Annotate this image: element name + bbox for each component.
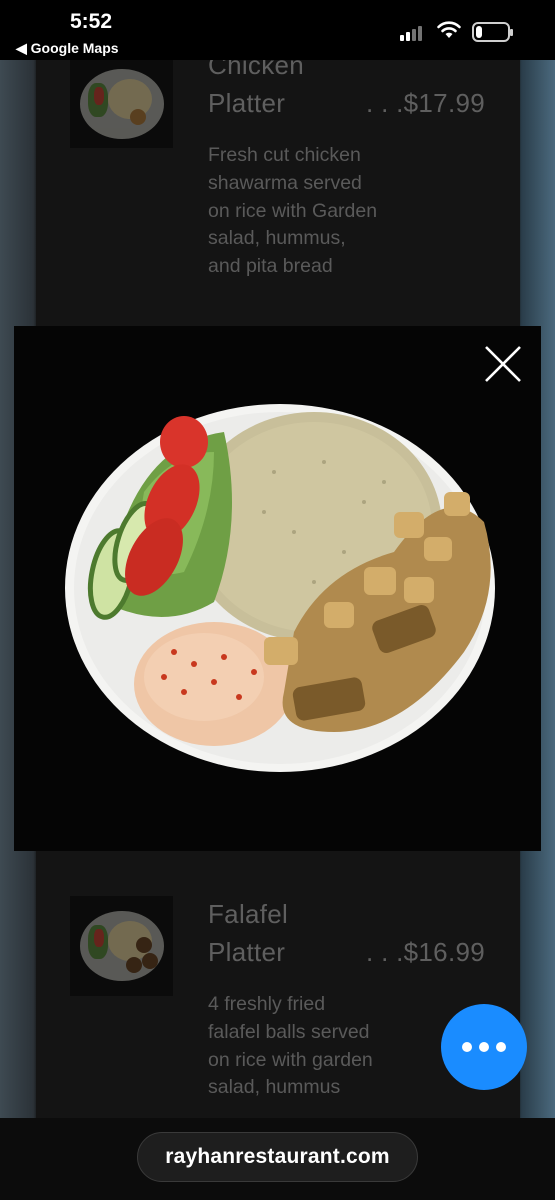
chat-button[interactable] [441,1004,527,1090]
close-icon[interactable] [483,344,523,384]
status-bar: 5:52 ◀ Google Maps [0,0,555,60]
item-description: 4 freshly fried falafel balls served on … [208,993,373,1099]
plate-image [79,911,164,981]
item-name-line2: Platter [208,88,286,118]
item-name-line2: Platter [208,937,286,967]
url-field[interactable]: rayhanrestaurant.com [137,1132,418,1182]
image-lightbox [14,326,541,851]
chicken-platter-thumbnail[interactable] [70,60,173,148]
item-description: Fresh cut chicken shawarma served on ric… [208,144,378,278]
battery-level [476,26,482,38]
browser-url-bar: rayhanrestaurant.com [0,1118,555,1200]
item-price: . . .$16.99 [366,937,485,967]
clock: 5:52 [70,10,113,33]
back-to-app-link[interactable]: ◀ Google Maps [16,40,119,57]
plate-image [79,69,164,139]
cellular-signal-icon [400,26,422,41]
platter-photo [65,404,495,772]
item-name-line1: Falafel [208,899,289,929]
falafel-platter-thumbnail[interactable] [70,896,173,996]
wifi-icon [437,21,461,38]
item-price: . . .$17.99 [366,88,485,118]
tomato [160,416,208,468]
more-dots-icon [462,1042,472,1052]
battery-icon [472,22,513,42]
